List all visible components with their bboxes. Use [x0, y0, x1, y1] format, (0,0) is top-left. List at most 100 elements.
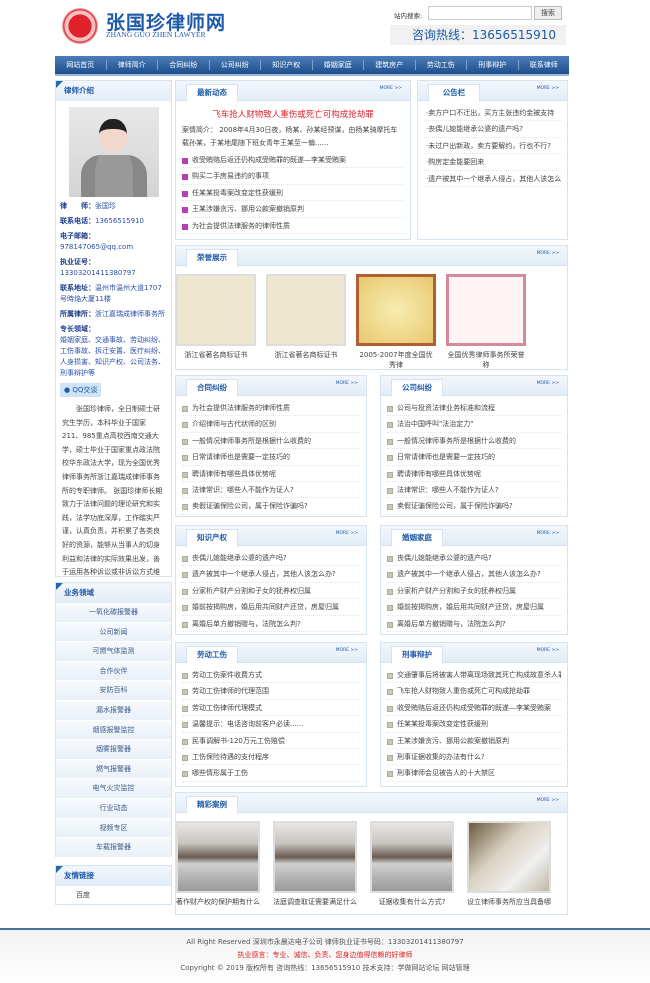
honor-item[interactable]: 浙江省著名商标证书 — [266, 274, 346, 369]
honor-caption[interactable]: 浙江省著名商标证书 — [266, 350, 346, 360]
section-item[interactable]: 遗产被其中一个继承人侵占，其他人该怎么办? — [182, 566, 360, 583]
section-item[interactable]: 劳动工伤案件收费方式 — [182, 667, 360, 684]
honor-caption[interactable]: 2005-2007年度全国优秀律 — [356, 350, 436, 369]
nav-item[interactable]: 建筑房产 — [364, 60, 416, 70]
section-item[interactable]: 介绍律师与古代状师的区别 — [182, 416, 360, 433]
section-item[interactable]: 温馨提示：电话咨询前客户必读...... — [182, 716, 360, 733]
business-item[interactable]: 电气火灾监控 — [56, 779, 171, 799]
notice-item[interactable]: ·卖方户口不迁出，买方主张违约金被支持 — [424, 105, 561, 122]
case-image[interactable] — [176, 821, 260, 893]
honor-caption[interactable]: 浙江省著名商标证书 — [176, 350, 256, 360]
nav-item[interactable]: 律师简介 — [107, 60, 158, 70]
section-item[interactable]: 民事调解书-120万元工伤赔偿 — [182, 733, 360, 749]
search-input[interactable] — [428, 6, 532, 20]
section-item[interactable]: 一般情况律师事务所是根据什么收费的 — [387, 433, 561, 450]
section-item[interactable]: 日常请律师也是需要一定技巧的 — [387, 449, 561, 466]
honor-image[interactable] — [266, 274, 346, 346]
section-item[interactable]: 劳动工伤律师代理模式 — [182, 700, 360, 717]
news-headline[interactable]: 飞车抢人财物致人重伤或死亡可构成抢劫罪 — [176, 108, 410, 120]
case-item[interactable]: 法庭调查取证需要满足什么 — [273, 821, 357, 907]
section-tab[interactable]: 知识产权 — [186, 529, 238, 547]
section-item[interactable]: 收受贿赂后返还仍构成受贿罪的既遂—李某受贿案 — [387, 700, 561, 717]
honor-item[interactable]: 2005-2007年度全国优秀律 — [356, 274, 436, 369]
nav-item[interactable]: 合同纠纷 — [158, 60, 210, 70]
business-item[interactable]: 漏水报警器 — [56, 700, 171, 721]
business-item[interactable]: 行业动态 — [56, 798, 171, 819]
section-item[interactable]: 刑事证据收集的办法有什么? — [387, 749, 561, 766]
notice-item[interactable]: ·购房定金能要回来 — [424, 154, 561, 171]
honor-image[interactable] — [176, 274, 256, 346]
cases-more-link[interactable]: MORE >> — [537, 798, 559, 803]
nav-item[interactable]: 劳动工伤 — [416, 60, 467, 70]
qq-chat-button[interactable]: ● QQ交谈 — [60, 383, 102, 397]
section-tab[interactable]: 刑事辩护 — [391, 646, 443, 664]
section-item[interactable]: 公司与投资法律业务标准和流程 — [387, 400, 561, 417]
case-image[interactable] — [273, 821, 357, 893]
nav-item[interactable]: 联系律师 — [519, 60, 570, 70]
cases-tab[interactable]: 精彩案例 — [186, 796, 238, 814]
notice-item[interactable]: ·未过户出新政，卖方要解约，行也不行? — [424, 138, 561, 155]
case-caption[interactable]: 法庭调查取证需要满足什么 — [273, 897, 357, 907]
section-more-link[interactable]: MORE >> — [537, 381, 559, 386]
section-item[interactable]: 哪些情形属于工伤 — [182, 765, 360, 782]
business-item[interactable]: 一氧化碳报警器 — [56, 603, 171, 623]
case-item[interactable]: 证据收集有什么方式? — [370, 821, 454, 907]
section-more-link[interactable]: MORE >> — [336, 381, 358, 386]
logo[interactable] — [62, 8, 98, 44]
section-item[interactable]: 交通肇事后将被害人带离现场致其死亡构成故意杀人罪 — [387, 667, 561, 684]
business-item[interactable]: 公司新闻 — [56, 622, 171, 643]
section-item[interactable]: 法律常识：哪些人不能作为证人? — [387, 482, 561, 499]
section-more-link[interactable]: MORE >> — [537, 531, 559, 536]
section-item[interactable]: 飞车抢人财物致人重伤或死亡可构成抢劫罪 — [387, 683, 561, 700]
notice-more-link[interactable]: MORE >> — [537, 86, 559, 91]
section-item[interactable]: 法治中国呼叫"法治定力" — [387, 416, 561, 433]
section-more-link[interactable]: MORE >> — [336, 531, 358, 536]
friend-link[interactable]: 百度 — [76, 890, 151, 900]
case-caption[interactable]: 证据收集有什么方式? — [370, 897, 454, 907]
case-item[interactable]: 著作财产权的保护期有什么 — [176, 821, 260, 907]
honor-item[interactable]: 浙江省著名商标证书 — [176, 274, 256, 369]
honor-item[interactable]: 全国优秀律师事务所荣誉称 — [446, 274, 526, 369]
nav-item[interactable]: 婚姻家庭 — [313, 60, 364, 70]
notice-item[interactable]: ·遗产被其中一个继承人侵占，其他人该怎么办? — [424, 171, 561, 187]
honor-caption[interactable]: 全国优秀律师事务所荣誉称 — [446, 350, 526, 369]
section-item[interactable]: 为社会提供法律服务的律师性质 — [182, 400, 360, 417]
case-item[interactable]: 设立律师事务所应当具备哪 — [467, 821, 551, 907]
case-image[interactable] — [467, 821, 551, 893]
honor-image[interactable] — [446, 274, 526, 346]
section-item[interactable]: 劳动工伤律师的代理范围 — [182, 683, 360, 700]
nav-item[interactable]: 知识产权 — [261, 60, 313, 70]
news-item[interactable]: 收受贿赂后返还仍构成受贿罪的既遂—李某受贿案 — [182, 152, 404, 169]
nav-item[interactable]: 刑事辩护 — [467, 60, 519, 70]
section-item[interactable]: 离婚后单方撤销赠与，法院怎么判? — [387, 616, 561, 632]
section-item[interactable]: 分家析产财产分割和子女的抚养权归属 — [182, 583, 360, 600]
honor-image[interactable] — [356, 274, 436, 346]
section-item[interactable]: 分家析产财产分割和子女的抚养权归属 — [387, 583, 561, 600]
section-item[interactable]: 卖假证骗保险公司，属于保险诈骗吗? — [387, 498, 561, 515]
section-item[interactable]: 婚前按揭购房，婚后用共同财产还贷，房屋归属 — [182, 599, 360, 616]
section-item[interactable]: 婚前按揭购房，婚后用共同财产还贷，房屋归属 — [387, 599, 561, 616]
nav-item[interactable]: 网站首页 — [55, 60, 107, 70]
case-caption[interactable]: 著作财产权的保护期有什么 — [176, 897, 260, 907]
news-tab[interactable]: 最新动态 — [186, 84, 238, 102]
business-item[interactable]: 烟雾报警器 — [56, 740, 171, 760]
business-item[interactable]: 可燃气体监测 — [56, 642, 171, 662]
nav-item[interactable]: 公司纠纷 — [210, 60, 261, 70]
news-more-link[interactable]: MORE >> — [380, 86, 402, 91]
section-item[interactable]: 日常请律师也是需要一定技巧的 — [182, 449, 360, 466]
news-item[interactable]: 购买二手房易违约的事项 — [182, 168, 404, 185]
news-item[interactable]: 为社会提供法律服务的律师性质 — [182, 218, 404, 234]
section-tab[interactable]: 合同纠纷 — [186, 379, 238, 397]
business-item[interactable]: 燃气报警器 — [56, 759, 171, 780]
section-item[interactable]: 聘请律师有哪些具体优势呢 — [182, 466, 360, 482]
section-item[interactable]: 王某涉嫌贪污、挪用公款案撤销原判 — [387, 733, 561, 749]
section-item[interactable]: 离婚后单方撤销赠与，法院怎么判? — [182, 616, 360, 632]
case-image[interactable] — [370, 821, 454, 893]
notice-item[interactable]: ·丧偶儿媳能继承公婆的遗产吗? — [424, 121, 561, 138]
section-item[interactable]: 丧偶儿媳能继承公婆的遗产吗? — [387, 550, 561, 567]
business-item[interactable]: 烟感报警监控 — [56, 720, 171, 741]
search-button[interactable]: 搜索 — [534, 6, 562, 20]
section-item[interactable]: 一般情况律师事务所是根据什么收费的 — [182, 433, 360, 450]
business-item[interactable]: 合作伙伴 — [56, 661, 171, 682]
section-item[interactable]: 工伤保险待遇的支付程序 — [182, 749, 360, 766]
